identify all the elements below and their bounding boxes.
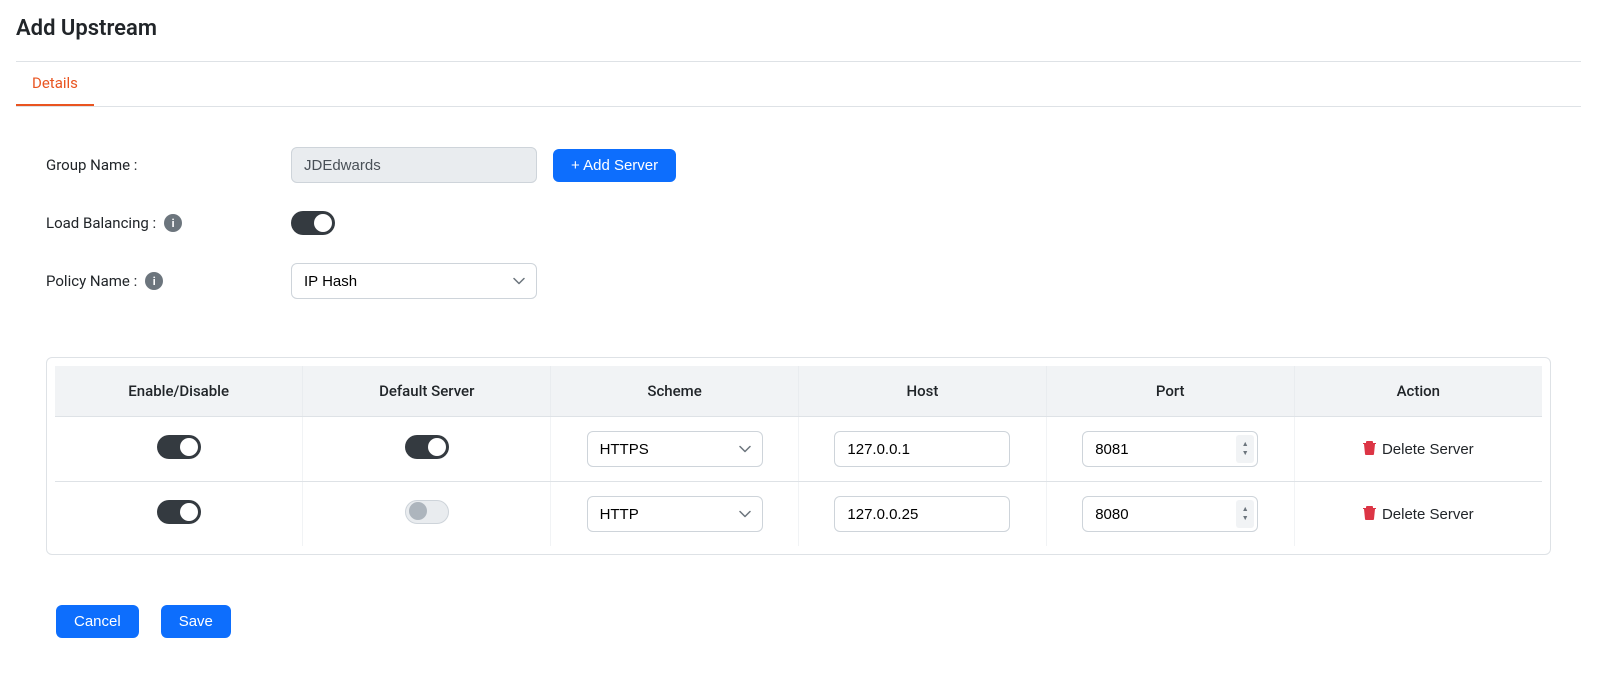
tab-details[interactable]: Details [16, 62, 94, 106]
info-icon[interactable]: i [164, 214, 182, 232]
table-body: ▲▼ Delete Server ▲▼ Delete Server [55, 417, 1542, 547]
host-input[interactable] [834, 496, 1010, 532]
stepper-icon[interactable]: ▲▼ [1236, 500, 1254, 528]
servers-table-wrap: Enable/Disable Default Server Scheme Hos… [46, 357, 1551, 555]
label-group-name: Group Name : [46, 156, 291, 174]
port-input[interactable] [1082, 496, 1258, 532]
info-icon[interactable]: i [145, 272, 163, 290]
default-server-toggle[interactable] [405, 435, 449, 459]
th-action: Action [1294, 366, 1542, 417]
label-policy-name-text: Policy Name : [46, 272, 137, 290]
scheme-select[interactable] [587, 431, 763, 467]
table-header-row: Enable/Disable Default Server Scheme Hos… [55, 366, 1542, 417]
tabs: Details [16, 62, 1581, 107]
label-load-balancing-text: Load Balancing : [46, 214, 156, 232]
load-balancing-toggle[interactable] [291, 211, 335, 235]
trash-icon [1363, 506, 1376, 524]
port-wrap: ▲▼ [1082, 496, 1258, 532]
row-group-name: Group Name : + Add Server [46, 147, 1551, 183]
save-button[interactable]: Save [161, 605, 231, 638]
form-section: Group Name : + Add Server Load Balancing… [16, 107, 1581, 347]
cancel-button[interactable]: Cancel [56, 605, 139, 638]
scheme-select-wrap [587, 431, 763, 467]
stepper-icon[interactable]: ▲▼ [1236, 435, 1254, 463]
table-row: ▲▼ Delete Server [55, 482, 1542, 547]
trash-icon [1363, 441, 1376, 459]
policy-select[interactable] [291, 263, 537, 299]
delete-server-button[interactable]: Delete Server [1363, 441, 1474, 459]
delete-server-button[interactable]: Delete Server [1363, 506, 1474, 524]
scheme-select-wrap [587, 496, 763, 532]
label-policy-name: Policy Name : i [46, 272, 291, 290]
default-server-toggle[interactable] [405, 500, 449, 524]
port-wrap: ▲▼ [1082, 431, 1258, 467]
row-policy-name: Policy Name : i [46, 263, 1551, 299]
form-actions: Cancel Save [16, 585, 1581, 658]
add-server-button[interactable]: + Add Server [553, 149, 676, 182]
servers-table: Enable/Disable Default Server Scheme Hos… [55, 366, 1542, 546]
th-port: Port [1046, 366, 1294, 417]
label-load-balancing: Load Balancing : i [46, 214, 291, 232]
host-input[interactable] [834, 431, 1010, 467]
th-scheme: Scheme [551, 366, 799, 417]
row-load-balancing: Load Balancing : i [46, 211, 1551, 235]
policy-select-wrap [291, 263, 537, 299]
delete-label: Delete Server [1382, 506, 1474, 523]
th-default: Default Server [303, 366, 551, 417]
table-row: ▲▼ Delete Server [55, 417, 1542, 482]
enable-toggle[interactable] [157, 500, 201, 524]
group-name-input[interactable] [291, 147, 537, 183]
th-host: Host [798, 366, 1046, 417]
scheme-select[interactable] [587, 496, 763, 532]
enable-toggle[interactable] [157, 435, 201, 459]
delete-label: Delete Server [1382, 441, 1474, 458]
page-title: Add Upstream [16, 16, 1581, 41]
th-enable: Enable/Disable [55, 366, 303, 417]
port-input[interactable] [1082, 431, 1258, 467]
